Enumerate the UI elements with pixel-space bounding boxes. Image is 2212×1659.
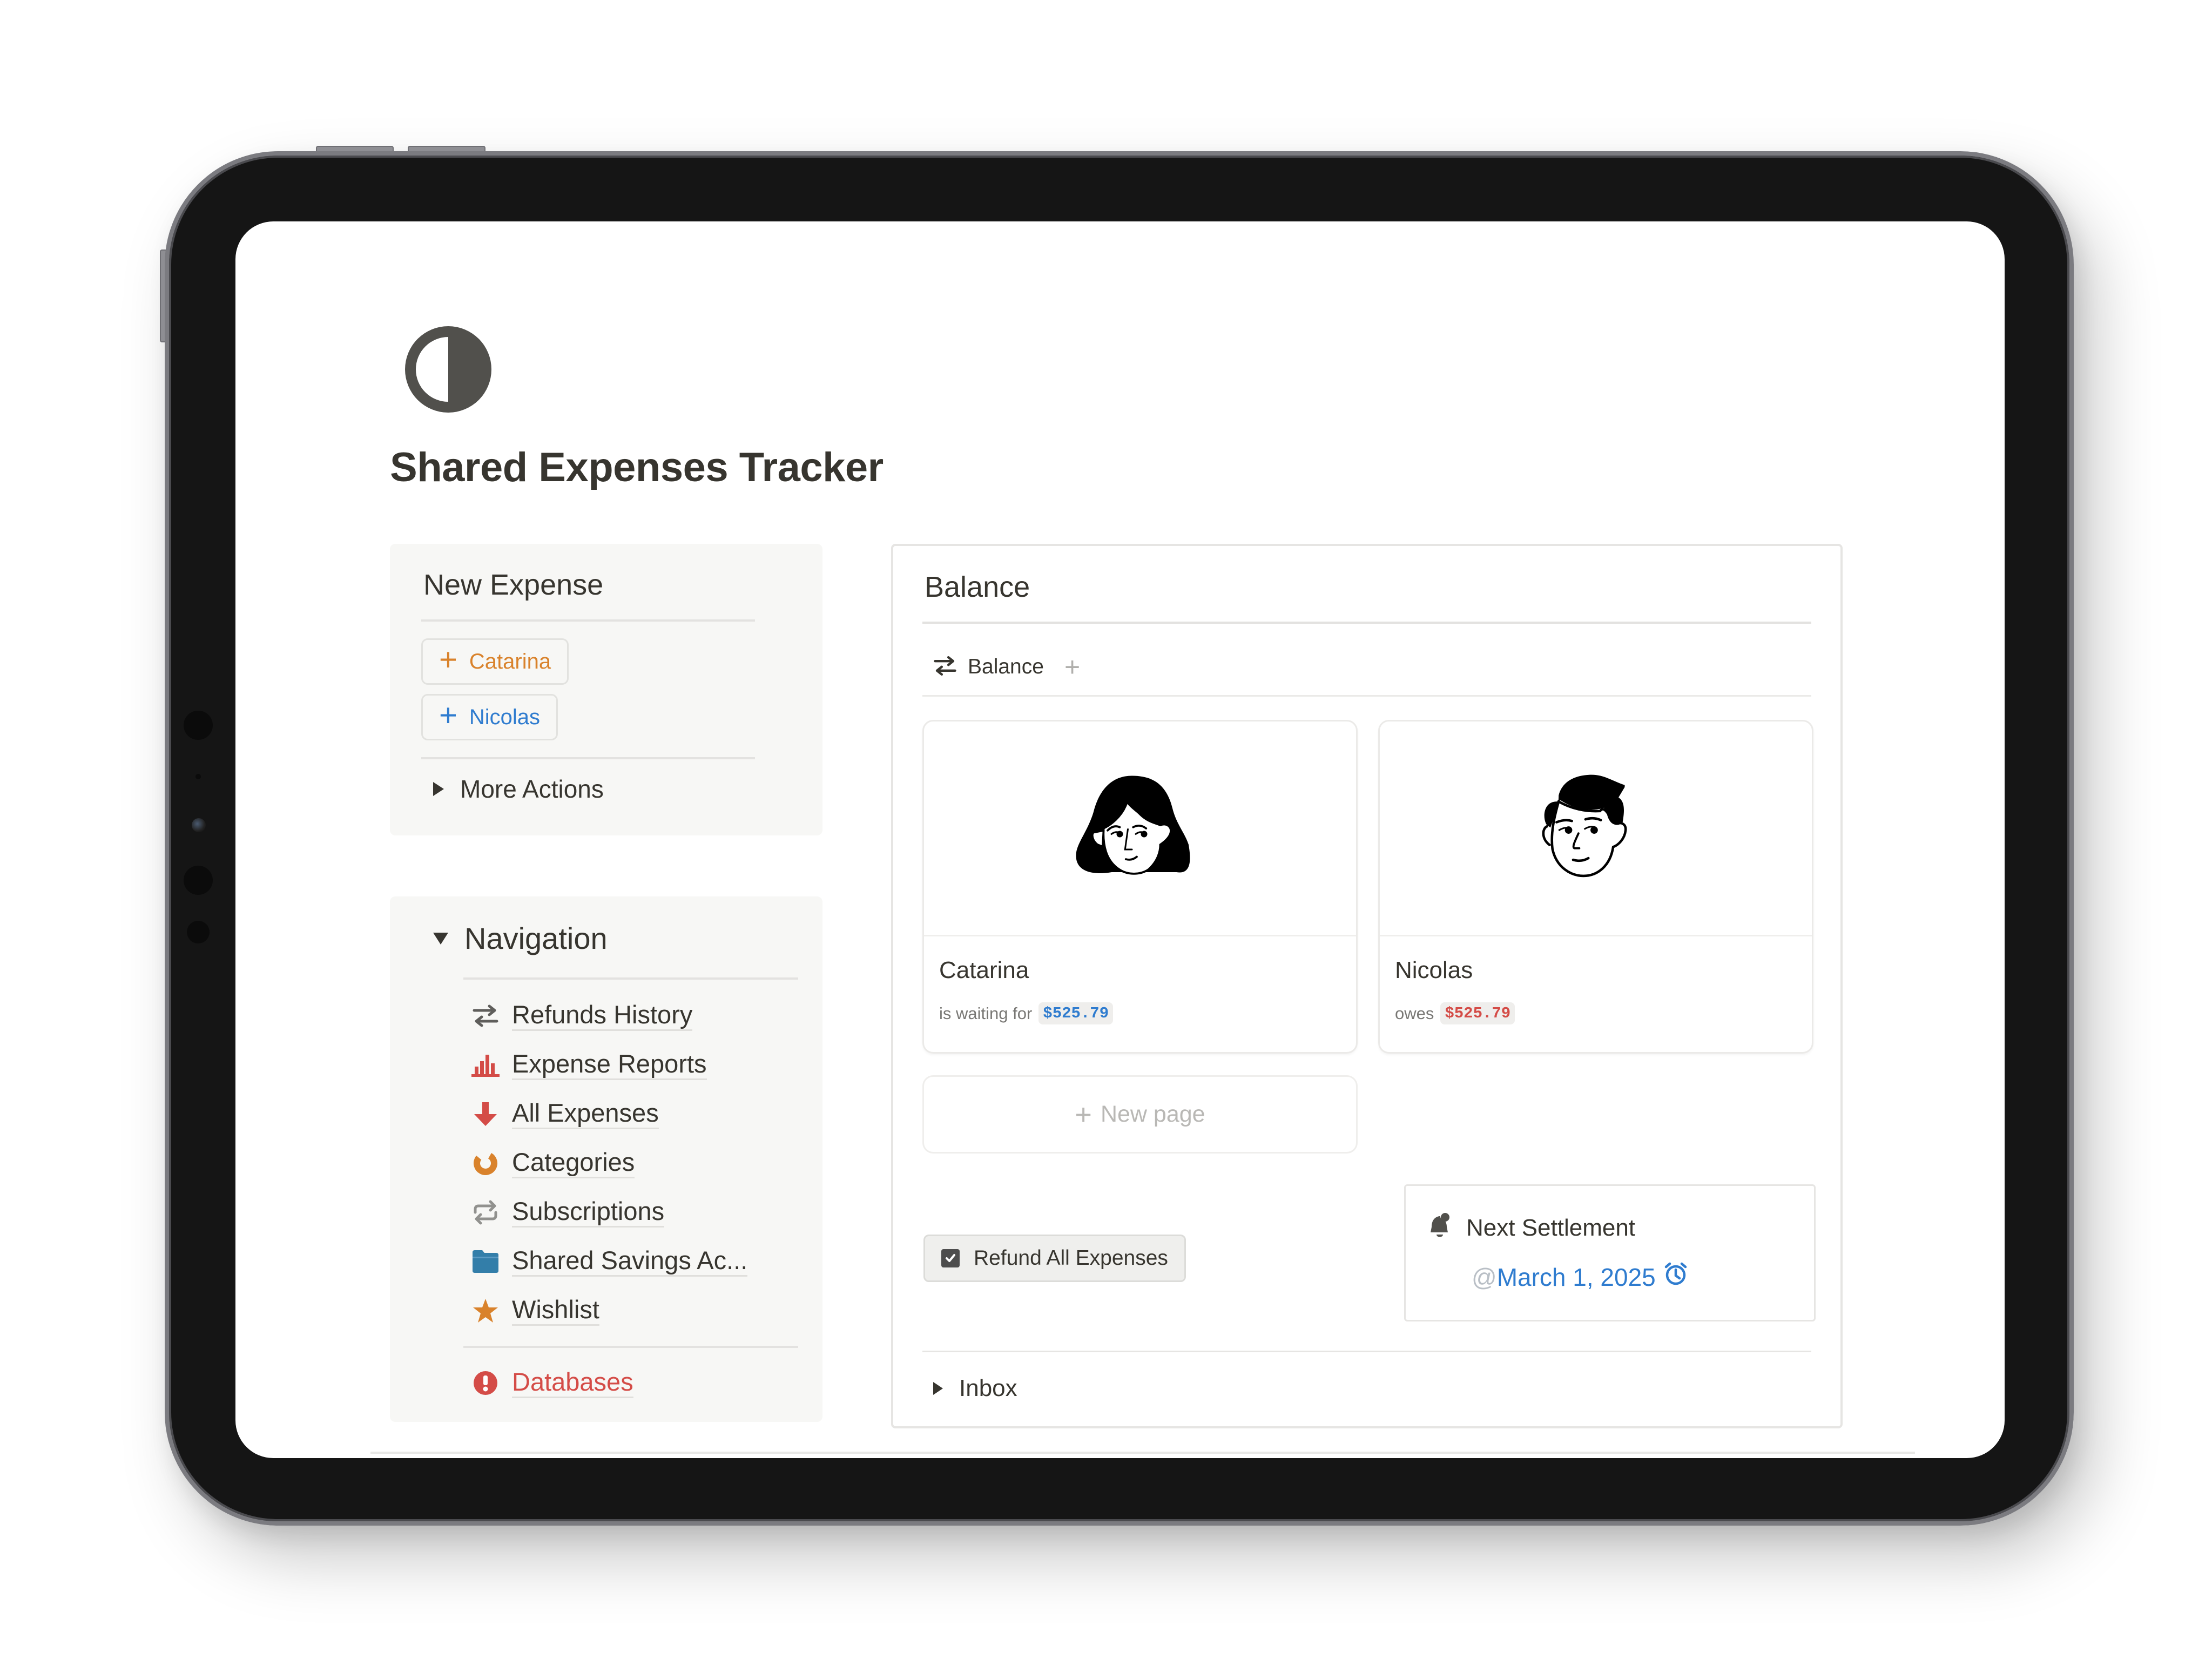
card-status: owes $525.79 xyxy=(1395,1002,1812,1024)
front-camera-icon xyxy=(192,818,206,832)
nav-item-label: Categories xyxy=(512,1148,635,1179)
cut-off-content-edge xyxy=(370,1452,1915,1454)
checkbox-checked-icon xyxy=(941,1249,960,1267)
at-symbol: @ xyxy=(1472,1263,1497,1291)
woman-avatar xyxy=(1076,775,1190,875)
view-tabs: Balance + xyxy=(933,651,1080,683)
divider xyxy=(463,1346,798,1348)
nav-item-all-expenses[interactable]: All Expenses xyxy=(471,1089,795,1138)
nav-item-refunds-history[interactable]: Refunds History xyxy=(471,991,795,1040)
divider xyxy=(922,1351,1811,1352)
triangle-right-icon xyxy=(933,1382,943,1395)
new-expense-heading: New Expense xyxy=(423,569,604,601)
navigation-toggle[interactable]: Navigation xyxy=(433,921,608,956)
new-page-button[interactable]: + New page xyxy=(922,1075,1358,1154)
nav-item-databases[interactable]: Databases xyxy=(471,1358,633,1407)
next-settlement-header: Next Settlement xyxy=(1428,1213,1635,1243)
nav-item-label: Wishlist xyxy=(512,1295,599,1326)
balance-panel: Balance Balance + Catarina is waiting fo… xyxy=(891,544,1843,1428)
nav-item-label: Databases xyxy=(512,1367,633,1399)
inbox-label: Inbox xyxy=(959,1375,1017,1401)
add-view-plus-icon[interactable]: + xyxy=(1064,651,1080,683)
divider xyxy=(922,622,1811,624)
half-circle-contrast-icon xyxy=(405,326,491,413)
pie-chart-icon xyxy=(471,1149,500,1178)
button-label: Catarina xyxy=(469,649,551,673)
triangle-right-icon xyxy=(433,782,444,796)
card-name: Nicolas xyxy=(1395,957,1473,983)
plus-icon: + xyxy=(439,642,457,677)
nav-item-shared-savings[interactable]: Shared Savings Ac... xyxy=(471,1237,795,1286)
navigation-list: Refunds History Expense Reports All Expe… xyxy=(471,991,795,1335)
new-expense-panel: New Expense + Catarina + Nicolas More Ac… xyxy=(390,544,822,835)
sensor-1 xyxy=(184,711,213,740)
button-label: Nicolas xyxy=(469,705,541,729)
nav-item-expense-reports[interactable]: Expense Reports xyxy=(471,1040,795,1089)
tab-balance[interactable]: Balance xyxy=(933,655,1044,680)
screen: Shared Expenses Tracker New Expense + Ca… xyxy=(235,221,2005,1458)
navigation-heading: Navigation xyxy=(464,921,608,955)
card-name: Catarina xyxy=(939,957,1029,983)
arrows-exchange-icon xyxy=(471,1001,500,1030)
nav-item-label: Refunds History xyxy=(512,1000,693,1031)
refund-button-label: Refund All Expenses xyxy=(974,1246,1168,1270)
amount-badge: $525.79 xyxy=(1440,1002,1515,1024)
bar-chart-icon xyxy=(471,1050,500,1080)
card-cover xyxy=(924,721,1356,936)
more-actions-label: More Actions xyxy=(460,775,604,803)
add-expense-nicolas-button[interactable]: + Nicolas xyxy=(421,694,558,740)
bell-notification-icon xyxy=(1428,1213,1451,1243)
tab-label: Balance xyxy=(968,655,1044,678)
status-text: is waiting for xyxy=(939,1003,1033,1023)
man-avatar xyxy=(1542,774,1627,877)
card-status: is waiting for $525.79 xyxy=(939,1002,1356,1024)
add-expense-catarina-button[interactable]: + Catarina xyxy=(421,638,569,685)
divider xyxy=(922,695,1811,697)
balance-card-nicolas[interactable]: Nicolas owes $525.79 xyxy=(1378,720,1813,1054)
sensor-2 xyxy=(184,866,213,895)
divider xyxy=(421,619,755,622)
nav-item-wishlist[interactable]: Wishlist xyxy=(471,1286,795,1335)
more-actions-toggle[interactable]: More Actions xyxy=(433,774,604,804)
arrows-exchange-icon xyxy=(933,655,957,680)
next-settlement-card: Next Settlement @ March 1, 2025 xyxy=(1404,1184,1816,1321)
balance-card-catarina[interactable]: Catarina is waiting for $525.79 xyxy=(922,720,1358,1054)
nav-item-label: All Expenses xyxy=(512,1098,659,1130)
plus-icon: + xyxy=(1075,1098,1092,1131)
next-settlement-heading: Next Settlement xyxy=(1466,1214,1636,1241)
triangle-down-icon xyxy=(433,932,448,945)
nav-item-label: Expense Reports xyxy=(512,1049,707,1081)
divider xyxy=(421,757,755,759)
star-icon xyxy=(471,1296,500,1325)
nav-item-label: Subscriptions xyxy=(512,1197,665,1228)
settlement-date: March 1, 2025 xyxy=(1496,1263,1656,1291)
divider xyxy=(463,977,798,980)
status-text: owes xyxy=(1395,1003,1434,1023)
refund-all-expenses-button[interactable]: Refund All Expenses xyxy=(923,1235,1186,1282)
inbox-toggle[interactable]: Inbox xyxy=(933,1375,1017,1402)
repeat-icon xyxy=(471,1198,500,1227)
settlement-date-mention[interactable]: @ March 1, 2025 xyxy=(1472,1262,1688,1292)
arrow-down-icon xyxy=(471,1100,500,1129)
page-title: Shared Expenses Tracker xyxy=(390,444,884,490)
page-icon[interactable] xyxy=(404,325,493,414)
alarm-clock-icon xyxy=(1663,1262,1688,1292)
new-page-label: New page xyxy=(1100,1101,1205,1127)
balance-heading: Balance xyxy=(925,571,1030,603)
alert-circle-icon xyxy=(471,1368,500,1398)
navigation-panel: Navigation Refunds History Expense Repor… xyxy=(390,896,822,1422)
card-cover xyxy=(1380,721,1812,936)
nav-item-label: Shared Savings Ac... xyxy=(512,1246,748,1277)
sensor-3 xyxy=(187,921,210,943)
nav-item-categories[interactable]: Categories xyxy=(471,1138,795,1188)
nav-item-subscriptions[interactable]: Subscriptions xyxy=(471,1188,795,1237)
folder-icon xyxy=(471,1247,500,1276)
plus-icon: + xyxy=(439,698,457,733)
amount-badge: $525.79 xyxy=(1038,1002,1114,1024)
sensor-dot xyxy=(195,774,201,779)
